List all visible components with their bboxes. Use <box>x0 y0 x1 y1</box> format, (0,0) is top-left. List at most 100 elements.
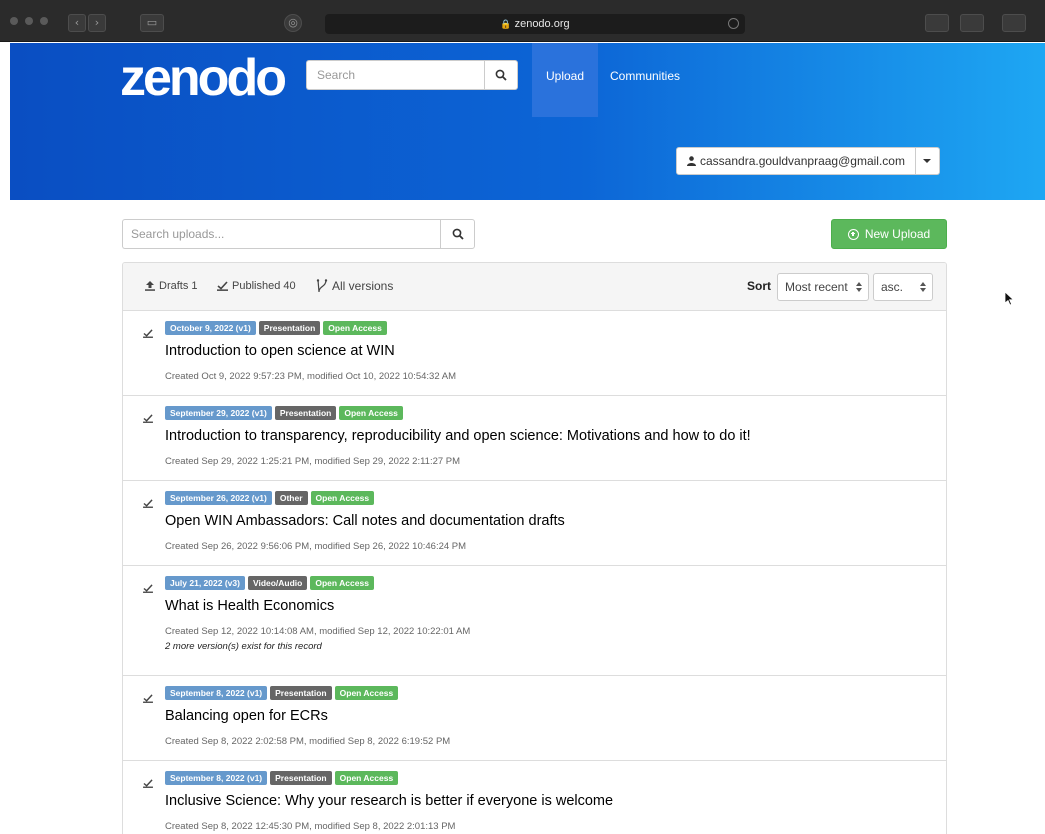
branch-icon <box>316 279 328 293</box>
sort-order-value: asc. <box>881 280 904 294</box>
date-badge: September 29, 2022 (v1) <box>165 406 272 420</box>
record-badges: September 29, 2022 (v1) Presentation Ope… <box>165 406 403 420</box>
record-row[interactable]: July 21, 2022 (v3) Video/Audio Open Acce… <box>123 566 946 676</box>
uploads-panel: Drafts 1 Published 40 All versions Sort … <box>122 262 947 834</box>
published-check-icon <box>143 584 153 593</box>
new-upload-button[interactable]: New Upload <box>831 219 947 249</box>
url-text: zenodo.org <box>514 18 570 30</box>
record-title[interactable]: What is Health Economics <box>165 598 334 614</box>
record-row[interactable]: September 8, 2022 (v1) Presentation Open… <box>123 761 946 834</box>
published-check-icon <box>143 414 153 423</box>
uploads-search-input[interactable] <box>122 219 440 249</box>
search-icon <box>495 69 507 81</box>
uploads-panel-header: Drafts 1 Published 40 All versions Sort … <box>123 263 946 311</box>
check-tray-icon <box>217 281 228 291</box>
site-header: zenodo Upload Communities cassandra.goul… <box>10 43 1045 200</box>
date-badge: July 21, 2022 (v3) <box>165 576 245 590</box>
published-check-icon <box>143 329 153 338</box>
date-badge: September 26, 2022 (v1) <box>165 491 272 505</box>
sort-field-value: Most recent <box>785 280 848 294</box>
record-row[interactable]: October 9, 2022 (v1) Presentation Open A… <box>123 311 946 396</box>
privacy-icon[interactable]: ◎ <box>284 14 302 32</box>
sort-order-select[interactable]: asc. <box>873 273 933 301</box>
access-badge: Open Access <box>334 686 399 700</box>
record-row[interactable]: September 26, 2022 (v1) Other Open Acces… <box>123 481 946 566</box>
tabs-icon[interactable] <box>1002 14 1026 32</box>
access-badge: Open Access <box>310 491 375 505</box>
record-dates: Created Sep 29, 2022 1:25:21 PM, modifie… <box>165 456 461 467</box>
user-email: cassandra.gouldvanpraag@gmail.com <box>700 154 905 168</box>
lock-icon: 🔒 <box>500 19 512 29</box>
new-upload-label: New Upload <box>864 227 931 241</box>
record-row[interactable]: September 8, 2022 (v1) Presentation Open… <box>123 676 946 761</box>
plus-circle-icon <box>847 228 859 240</box>
date-badge: October 9, 2022 (v1) <box>165 321 256 335</box>
user-menu[interactable]: cassandra.gouldvanpraag@gmail.com <box>676 147 940 175</box>
address-bar[interactable]: 🔒 zenodo.org <box>325 14 745 34</box>
record-dates: Created Sep 8, 2022 2:02:58 PM, modified… <box>165 736 451 747</box>
mouse-cursor-icon <box>1005 292 1014 306</box>
filter-drafts[interactable]: Drafts 1 <box>145 280 198 292</box>
site-search-input[interactable] <box>306 60 484 90</box>
type-badge: Video/Audio <box>247 576 308 590</box>
record-dates: Created Sep 12, 2022 10:14:08 AM, modifi… <box>165 626 471 637</box>
filter-published-label: Published 40 <box>232 280 296 292</box>
forward-icon[interactable]: › <box>88 14 106 32</box>
reload-icon[interactable] <box>728 18 739 29</box>
record-title[interactable]: Open WIN Ambassadors: Call notes and doc… <box>165 513 565 529</box>
record-title[interactable]: Introduction to transparency, reproducib… <box>165 428 751 444</box>
search-icon <box>452 228 464 240</box>
access-badge: Open Access <box>310 576 374 590</box>
record-row[interactable]: September 29, 2022 (v1) Presentation Ope… <box>123 396 946 481</box>
select-arrows-icon <box>920 282 926 292</box>
close-window-dot[interactable] <box>10 17 18 25</box>
published-check-icon <box>143 779 153 788</box>
record-badges: July 21, 2022 (v3) Video/Audio Open Acce… <box>165 576 374 590</box>
upload-icon <box>145 281 155 291</box>
date-badge: September 8, 2022 (v1) <box>165 771 268 785</box>
type-badge: Presentation <box>270 771 332 785</box>
back-icon[interactable]: ‹ <box>68 14 86 32</box>
date-badge: September 8, 2022 (v1) <box>165 686 268 700</box>
access-badge: Open Access <box>339 406 403 420</box>
nav-upload[interactable]: Upload <box>532 43 598 117</box>
record-dates: Created Oct 9, 2022 9:57:23 PM, modified… <box>165 371 456 382</box>
caret-down-icon <box>923 159 932 163</box>
record-versions-note: 2 more version(s) exist for this record <box>165 641 322 652</box>
filter-drafts-label: Drafts 1 <box>159 280 198 292</box>
type-badge: Presentation <box>274 406 337 420</box>
type-badge: Presentation <box>258 321 321 335</box>
filter-all-versions[interactable]: All versions <box>316 279 393 293</box>
zenodo-logo[interactable]: zenodo <box>120 48 287 108</box>
record-title[interactable]: Balancing open for ECRs <box>165 708 328 724</box>
record-badges: October 9, 2022 (v1) Presentation Open A… <box>165 321 387 335</box>
record-badges: September 8, 2022 (v1) Presentation Open… <box>165 771 399 785</box>
nav-communities[interactable]: Communities <box>610 69 680 83</box>
site-search <box>306 60 518 90</box>
downloads-icon[interactable] <box>925 14 949 32</box>
uploads-search <box>122 219 475 249</box>
published-check-icon <box>143 499 153 508</box>
browser-chrome: ‹ › ▭ ◎ 🔒 zenodo.org <box>0 0 1045 42</box>
filter-published[interactable]: Published 40 <box>217 280 296 292</box>
filter-all-versions-label: All versions <box>332 279 394 293</box>
sort-field-select[interactable]: Most recent <box>777 273 869 301</box>
user-menu-toggle[interactable] <box>915 147 940 175</box>
type-badge: Presentation <box>270 686 332 700</box>
sort-label: Sort <box>747 279 771 293</box>
access-badge: Open Access <box>334 771 399 785</box>
user-menu-button[interactable]: cassandra.gouldvanpraag@gmail.com <box>676 147 916 175</box>
record-badges: September 26, 2022 (v1) Other Open Acces… <box>165 491 375 505</box>
site-search-button[interactable] <box>484 60 518 90</box>
select-arrows-icon <box>856 282 862 292</box>
zoom-window-dot[interactable] <box>40 17 48 25</box>
uploads-search-button[interactable] <box>440 219 475 249</box>
record-title[interactable]: Inclusive Science: Why your research is … <box>165 793 613 809</box>
published-check-icon <box>143 694 153 703</box>
share-icon[interactable] <box>960 14 984 32</box>
access-badge: Open Access <box>323 321 387 335</box>
type-badge: Other <box>274 491 308 505</box>
sidebar-icon[interactable]: ▭ <box>140 14 164 32</box>
minimize-window-dot[interactable] <box>25 17 33 25</box>
record-title[interactable]: Introduction to open science at WIN <box>165 343 395 359</box>
